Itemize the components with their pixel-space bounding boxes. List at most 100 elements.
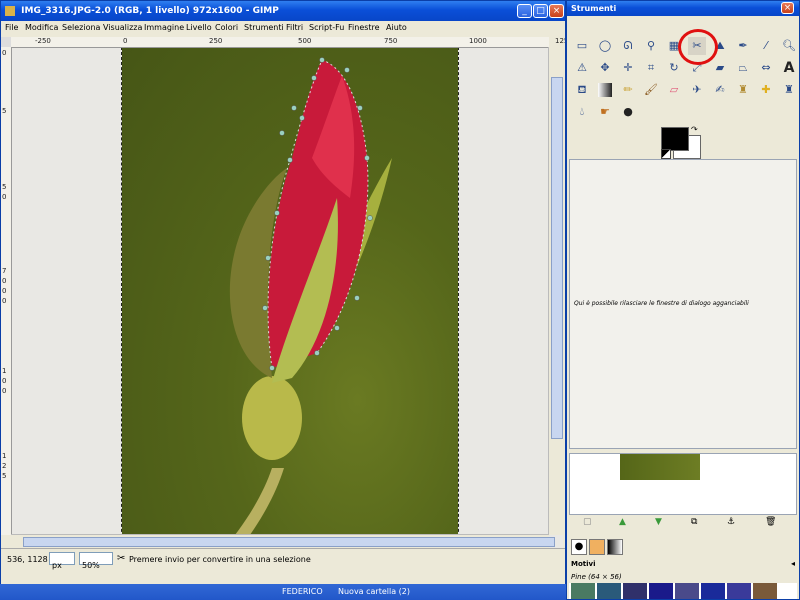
blend-icon[interactable] bbox=[598, 83, 612, 97]
measure-icon[interactable]: ⚠ bbox=[573, 59, 591, 77]
menu-colori[interactable]: Colori bbox=[215, 23, 238, 32]
unit-selector[interactable]: px bbox=[49, 552, 75, 570]
align-icon[interactable]: ✛ bbox=[619, 59, 637, 77]
dock-drop-area[interactable]: Qui è possibile rilasciare le finestre d… bbox=[569, 159, 797, 449]
pointer-coords: 536, 1128 bbox=[7, 555, 48, 564]
pattern-selector[interactable] bbox=[589, 539, 605, 555]
menu-aiuto[interactable]: Aiuto bbox=[386, 23, 407, 32]
blur-icon[interactable]: 💧︎ bbox=[573, 103, 591, 121]
text-icon[interactable]: A bbox=[780, 59, 798, 77]
flip-icon[interactable]: ⇔ bbox=[757, 59, 775, 77]
image-thumbnail[interactable] bbox=[620, 454, 700, 480]
vscroll-thumb[interactable] bbox=[551, 77, 563, 439]
taskbar-item[interactable]: FEDERICO bbox=[282, 587, 323, 596]
vruler-label: 2 bbox=[2, 462, 7, 470]
new-icon[interactable]: ▢ bbox=[583, 517, 592, 527]
vruler-label: 1 bbox=[2, 452, 7, 460]
vruler-label: 0 bbox=[2, 377, 7, 385]
crop-icon[interactable]: ⌗ bbox=[642, 59, 660, 77]
clone-icon[interactable]: ♜ bbox=[734, 81, 752, 99]
menu-immagine[interactable]: Immagine bbox=[144, 23, 184, 32]
pencil-icon[interactable]: ✏ bbox=[619, 81, 637, 99]
shear-icon[interactable]: ▰ bbox=[711, 59, 729, 77]
close-button[interactable]: × bbox=[549, 4, 564, 18]
smudge-icon[interactable]: ☛ bbox=[596, 103, 614, 121]
vruler-label: 5 bbox=[2, 472, 7, 480]
foreground-color-swatch[interactable] bbox=[661, 127, 689, 151]
vruler-label: 0 bbox=[2, 49, 7, 57]
menu-file[interactable]: File bbox=[5, 23, 18, 32]
brush-selector[interactable]: ● bbox=[571, 539, 587, 555]
vruler-label: 0 bbox=[2, 297, 7, 305]
lower-icon[interactable]: ▼ bbox=[655, 517, 662, 527]
rotate-icon[interactable]: ↻ bbox=[665, 59, 683, 77]
pattern-swatch[interactable] bbox=[675, 583, 699, 599]
gradient-selector[interactable] bbox=[607, 539, 623, 555]
hscroll-thumb[interactable] bbox=[23, 537, 555, 547]
zoom-selector[interactable]: 50% bbox=[79, 552, 113, 570]
raise-icon[interactable]: ▲ bbox=[619, 517, 626, 527]
menubar: File Modifica Seleziona Visualizza Immag… bbox=[1, 21, 565, 37]
menu-visualizza[interactable]: Visualizza bbox=[103, 23, 142, 32]
pattern-swatch[interactable] bbox=[727, 583, 751, 599]
free-select-icon[interactable]: ᘏ bbox=[619, 37, 637, 55]
menu-modifica[interactable]: Modifica bbox=[25, 23, 58, 32]
scissors-highlight-circle bbox=[678, 29, 718, 65]
vertical-ruler[interactable]: 0 5 5 0 7 0 0 0 1 0 0 1 2 5 bbox=[1, 47, 12, 535]
image-preview-panel[interactable] bbox=[569, 453, 797, 515]
move-icon[interactable]: ✥ bbox=[596, 59, 614, 77]
taskbar-item[interactable]: Nuova cartella (2) bbox=[338, 587, 410, 596]
reset-colors-icon[interactable] bbox=[661, 149, 671, 159]
pattern-swatch[interactable] bbox=[571, 583, 595, 599]
menu-filtri[interactable]: Filtri bbox=[286, 23, 303, 32]
airbrush-icon[interactable]: ✈ bbox=[688, 81, 706, 99]
menu-script-fu[interactable]: Script-Fu bbox=[309, 23, 344, 32]
hruler-label: 250 bbox=[209, 37, 223, 45]
image-canvas[interactable] bbox=[12, 48, 563, 551]
menu-finestre[interactable]: Finestre bbox=[348, 23, 380, 32]
delete-icon[interactable]: 🗑︎ bbox=[765, 517, 776, 527]
horizontal-ruler[interactable]: -250 0 250 500 750 1000 125 bbox=[11, 37, 565, 48]
flower-receptacle bbox=[242, 376, 302, 460]
perspective-icon[interactable]: ⏢ bbox=[734, 59, 752, 77]
swap-colors-icon[interactable]: ↷ bbox=[691, 125, 698, 134]
toolbox-titlebar[interactable]: Strumenti bbox=[567, 1, 799, 16]
horizontal-scrollbar[interactable] bbox=[11, 534, 555, 549]
perspective-clone-icon[interactable]: ♜ bbox=[780, 81, 798, 99]
rosebud-drawing bbox=[222, 57, 392, 551]
zoom-icon[interactable]: 🔍︎ bbox=[780, 37, 798, 55]
fuzzy-select-icon[interactable]: ⚲ bbox=[642, 37, 660, 55]
pattern-swatch[interactable] bbox=[623, 583, 647, 599]
dock-hint-text: Qui è possibile rilasciare le finestre d… bbox=[574, 300, 749, 307]
paths-icon[interactable]: ✒ bbox=[734, 37, 752, 55]
minimize-button[interactable]: _ bbox=[517, 4, 532, 18]
heal-icon[interactable]: ✚ bbox=[757, 81, 775, 99]
menu-livello[interactable]: Livello bbox=[186, 23, 212, 32]
pattern-swatch[interactable] bbox=[753, 583, 777, 599]
paintbrush-icon[interactable]: 🖌︎ bbox=[642, 81, 660, 99]
ink-icon[interactable]: ✍ bbox=[711, 81, 729, 99]
bucket-fill-icon[interactable]: ⛾ bbox=[573, 81, 591, 99]
toolbox-close-button[interactable]: × bbox=[781, 2, 794, 14]
vruler-label: 0 bbox=[2, 287, 7, 295]
vertical-scrollbar[interactable] bbox=[548, 47, 565, 535]
menu-strumenti[interactable]: Strumenti bbox=[244, 23, 284, 32]
maximize-button[interactable]: □ bbox=[533, 4, 548, 18]
pattern-swatch[interactable] bbox=[701, 583, 725, 599]
eraser-icon[interactable]: ▱ bbox=[665, 81, 683, 99]
duplicate-icon[interactable]: ⧉ bbox=[691, 517, 697, 527]
rosebud-photo bbox=[121, 48, 459, 551]
patterns-menu-icon[interactable]: ◂ bbox=[791, 559, 795, 568]
anchor-icon[interactable]: ⚓ bbox=[727, 517, 735, 527]
ellipse-select-icon[interactable]: ◯ bbox=[596, 37, 614, 55]
toolbox-window: Strumenti × ▭ ◯ ᘏ ⚲ ▦ ✂ ⛰ ✒ ⁄ 🔍︎ ⚠ ✥ ✛ ⌗… bbox=[566, 0, 800, 600]
menu-seleziona[interactable]: Seleziona bbox=[62, 23, 100, 32]
pattern-swatch[interactable] bbox=[649, 583, 673, 599]
rect-select-icon[interactable]: ▭ bbox=[573, 37, 591, 55]
dodge-burn-icon[interactable]: ● bbox=[619, 103, 637, 121]
scissors-status-icon: ✂ bbox=[117, 553, 126, 564]
hruler-label: 750 bbox=[384, 37, 398, 45]
pattern-swatch[interactable] bbox=[597, 583, 621, 599]
image-window-titlebar[interactable]: IMG_3316.JPG-2.0 (RGB, 1 livello) 972x16… bbox=[1, 1, 565, 21]
color-picker-icon[interactable]: ⁄ bbox=[757, 37, 775, 55]
